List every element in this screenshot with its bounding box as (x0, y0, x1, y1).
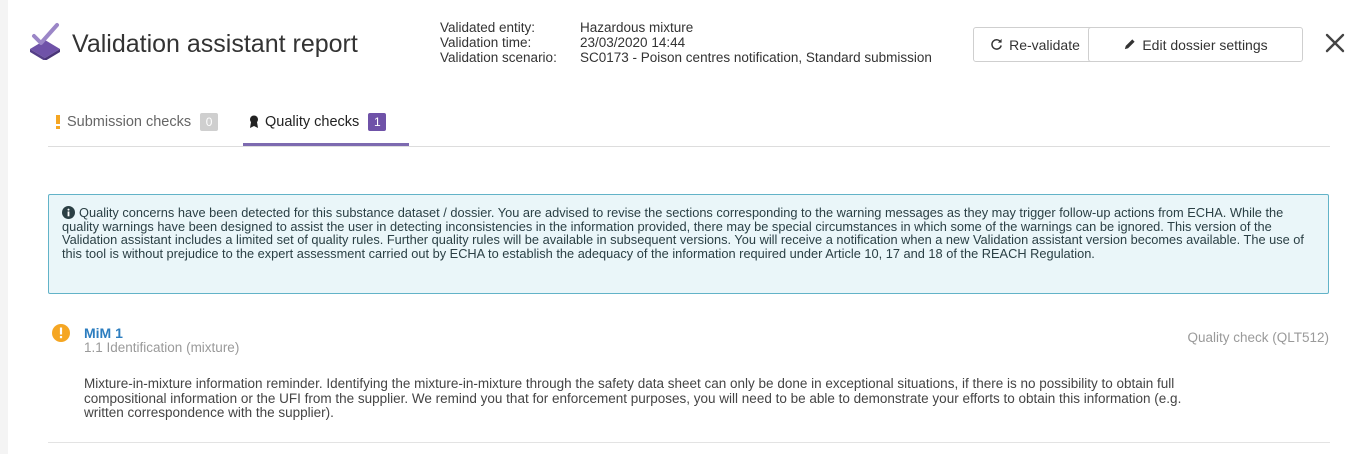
divider (48, 442, 1330, 443)
re-validate-label: Re-validate (1009, 36, 1080, 53)
page-title: Validation assistant report (72, 30, 358, 58)
validation-assistant-logo-icon (30, 23, 60, 60)
check-tabs: Submission checks 0 Quality checks 1 (48, 100, 1330, 147)
quality-result-message: Mixture-in-mixture information reminder.… (84, 376, 1182, 420)
validation-time-label: Validation time: (440, 35, 532, 50)
warning-icon (52, 324, 70, 342)
quality-checks-count-badge: 1 (368, 113, 387, 131)
tab-submission-checks-label: Submission checks (67, 114, 192, 130)
header: Validation assistant report Validated en… (8, 0, 1346, 88)
validation-scenario-label: Validation scenario: (440, 50, 557, 65)
validation-meta-values: Hazardous mixture 23/03/2020 14:44 SC017… (580, 20, 932, 65)
quality-result-title-link[interactable]: MiM 1 (84, 325, 123, 341)
re-validate-button[interactable]: Re-validate (973, 27, 1097, 62)
edit-dossier-settings-button[interactable]: Edit dossier settings (1088, 27, 1303, 62)
tab-submission-checks[interactable]: Submission checks 0 (55, 100, 219, 144)
submission-checks-count-badge: 0 (200, 113, 219, 131)
left-edge (0, 0, 8, 454)
pencil-icon (1123, 38, 1136, 51)
validation-time-value: 23/03/2020 14:44 (580, 35, 686, 50)
validation-meta-labels: Validated entity: Validation time: Valid… (440, 20, 557, 65)
info-icon (62, 206, 75, 219)
award-ribbon-icon (249, 115, 259, 129)
validated-entity-value: Hazardous mixture (580, 20, 694, 35)
refresh-icon (990, 38, 1003, 51)
quality-check-id: Quality check (QLT512) (1187, 330, 1329, 345)
quality-info-message: Quality concerns have been detected for … (48, 194, 1329, 294)
validation-scenario-value: SC0173 - Poison centres notification, St… (580, 50, 932, 65)
validated-entity-label: Validated entity: (440, 20, 536, 35)
close-icon[interactable] (1322, 30, 1346, 56)
quality-info-text: Quality concerns have been detected for … (62, 205, 1304, 261)
tab-quality-checks[interactable]: Quality checks 1 (243, 100, 409, 146)
tab-quality-checks-label: Quality checks (265, 114, 360, 130)
quality-result-section: 1.1 Identification (mixture) (84, 340, 240, 355)
edit-dossier-settings-label: Edit dossier settings (1142, 36, 1268, 53)
exclamation-icon (55, 115, 61, 129)
